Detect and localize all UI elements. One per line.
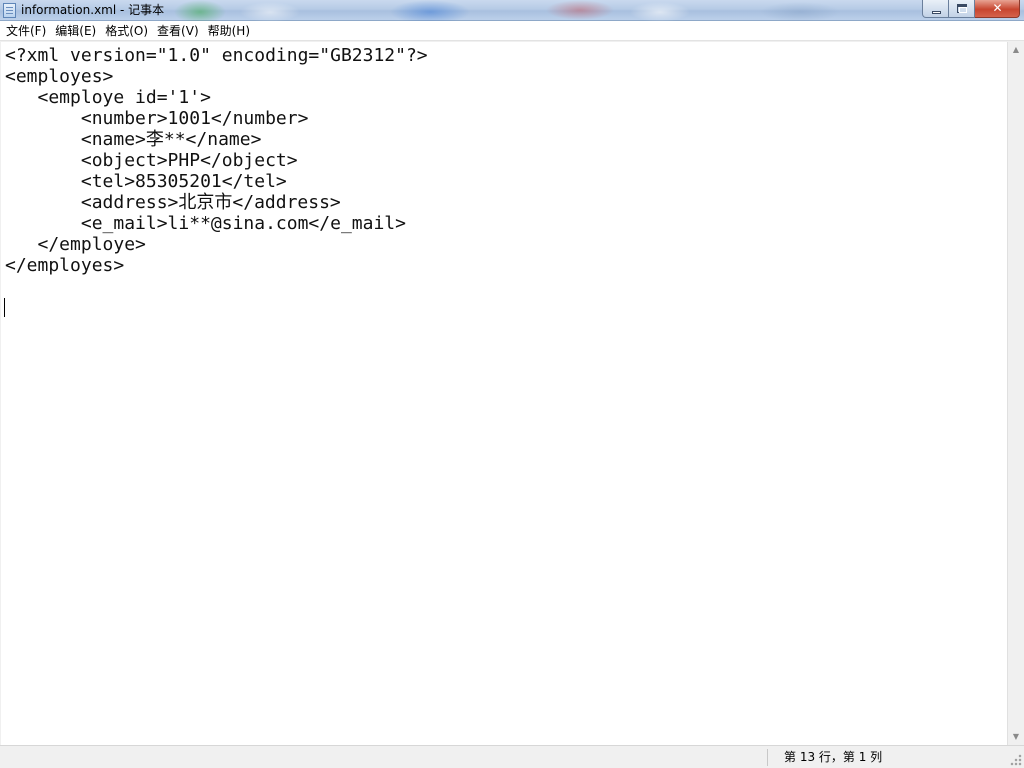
resize-grip-icon[interactable] [1010, 754, 1022, 766]
minimize-icon [932, 11, 941, 14]
maximize-button[interactable] [949, 0, 975, 18]
minimize-button[interactable] [922, 0, 949, 18]
menu-bar: 文件(F) 编辑(E) 格式(O) 查看(V) 帮助(H) [0, 21, 1024, 41]
vertical-scrollbar[interactable]: ▲ ▼ [1007, 42, 1024, 745]
scroll-up-icon[interactable]: ▲ [1008, 42, 1024, 58]
status-bar: 第 13 行，第 1 列 [0, 745, 1024, 768]
notepad-window: information.xml - 记事本 ✕ 文件(F) 编辑(E) 格式(O… [0, 0, 1024, 768]
close-button[interactable]: ✕ [975, 0, 1020, 18]
status-divider [767, 749, 768, 766]
cursor-position: 第 13 行，第 1 列 [784, 750, 883, 764]
window-title: information.xml - 记事本 [21, 3, 165, 17]
title-bar[interactable]: information.xml - 记事本 ✕ [0, 0, 1024, 21]
scroll-down-icon[interactable]: ▼ [1008, 729, 1024, 745]
text-editor[interactable]: <?xml version="1.0" encoding="GB2312"?> … [1, 42, 1007, 745]
menu-help[interactable]: 帮助(H) [204, 22, 254, 40]
maximize-icon [957, 4, 967, 13]
notepad-app-icon[interactable] [3, 3, 16, 18]
title-bar-background [160, 0, 920, 21]
menu-view[interactable]: 查看(V) [153, 22, 203, 40]
text-caret [4, 298, 5, 317]
menu-edit[interactable]: 编辑(E) [51, 22, 100, 40]
menu-format[interactable]: 格式(O) [101, 22, 152, 40]
editor-content[interactable]: <?xml version="1.0" encoding="GB2312"?> … [5, 45, 428, 276]
window-controls: ✕ [922, 0, 1020, 19]
close-icon: ✕ [992, 1, 1003, 15]
menu-file[interactable]: 文件(F) [2, 22, 50, 40]
